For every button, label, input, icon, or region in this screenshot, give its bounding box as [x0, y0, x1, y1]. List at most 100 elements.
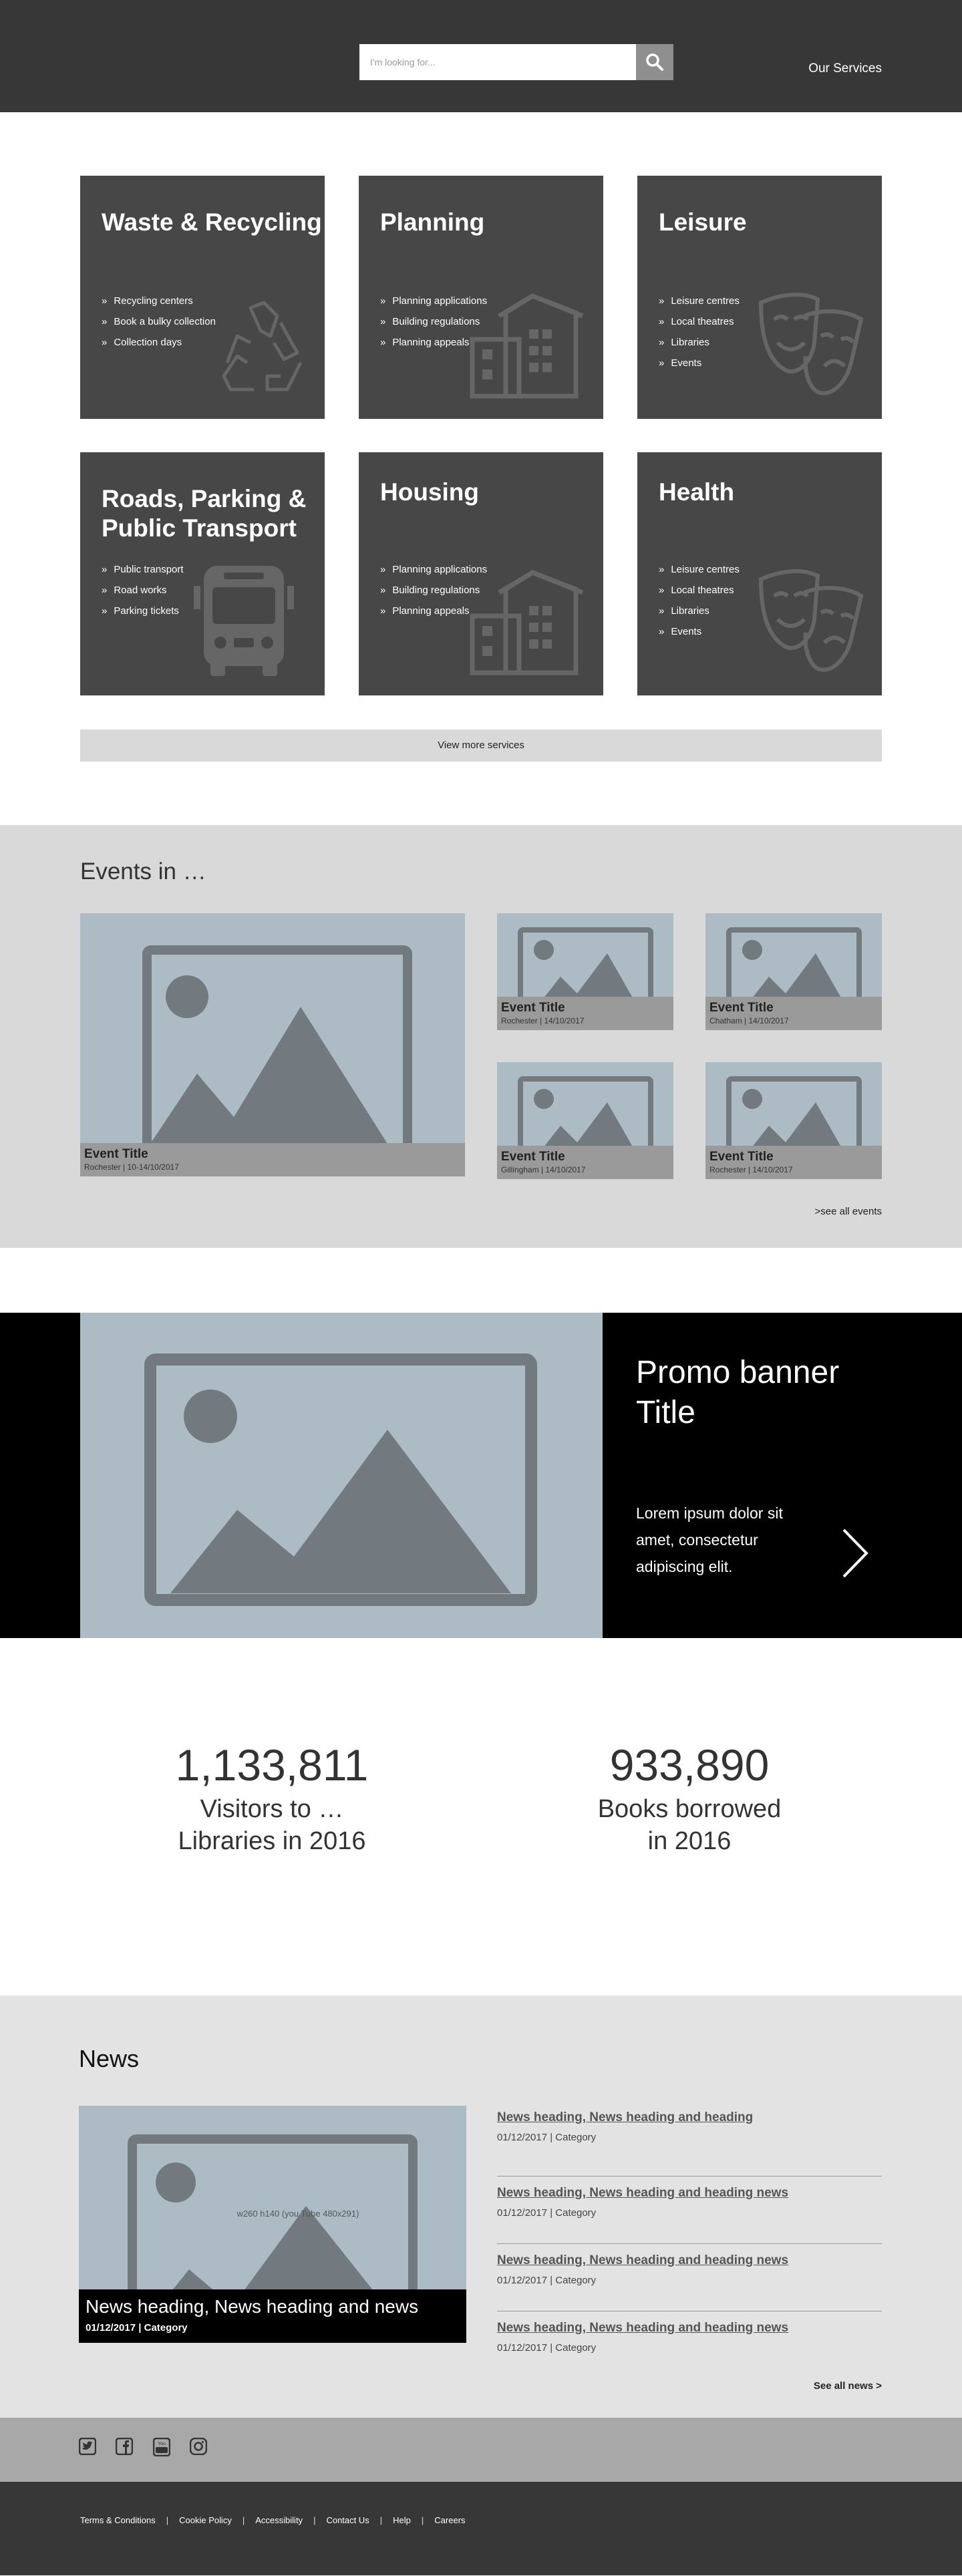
tile-link[interactable]: Libraries [659, 601, 740, 621]
stat-books: 933,890 Books borrowed in 2016 [556, 1738, 823, 1857]
tile-link[interactable]: Road works [102, 580, 184, 601]
tile-title: Health [659, 478, 735, 506]
tile-link[interactable]: Public transport [102, 559, 183, 580]
event-caption: Event Title Rochester | 14/10/2017 [497, 997, 673, 1030]
tile-link[interactable]: Collection days [102, 332, 216, 353]
footer-separator: | [242, 2515, 245, 2525]
tile-links: Leisure centres Local theatres Libraries… [659, 291, 740, 373]
event-card[interactable]: Event Title Rochester | 14/10/2017 [497, 913, 673, 1030]
service-tile-waste-recycling[interactable]: Waste & Recycling Recycling centers Book… [80, 176, 325, 419]
service-tile-housing[interactable]: Housing Planning applications Building r… [359, 452, 603, 695]
instagram-icon [189, 2437, 208, 2456]
svg-text:You: You [158, 2442, 166, 2446]
search-button[interactable] [636, 44, 673, 80]
see-all-events-link[interactable]: >see all events [815, 1206, 882, 1217]
tile-link[interactable]: Book a bulky collection [102, 311, 216, 332]
view-more-services-button[interactable]: View more services [80, 730, 882, 762]
stat-number: 933,890 [609, 1740, 770, 1790]
twitter-icon [78, 2437, 97, 2456]
facebook-icon [115, 2437, 134, 2456]
service-tile-roads-parking[interactable]: Roads, Parking & Public Transport Public… [80, 452, 325, 695]
event-card-featured[interactable]: Event Title Rochester | 10-14/10/2017 [80, 913, 465, 1176]
promo-image [80, 1313, 603, 1638]
footer-link-contact[interactable]: Contact Us [326, 2515, 369, 2525]
tile-links: Public transport Road works Parking tick… [102, 559, 184, 621]
instagram-link[interactable] [189, 2437, 210, 2460]
stats-section: 1,133,811 Visitors to … Libraries in 201… [0, 1638, 962, 1995]
news-feature-caption: News heading, News heading and news 01/1… [79, 2289, 466, 2343]
bus-icon [194, 566, 294, 676]
event-card[interactable]: Event Title Gillingham | 14/10/2017 [497, 1062, 673, 1179]
tile-link[interactable]: Parking tickets [102, 601, 184, 621]
news-item-meta: 01/12/2017 | Category [497, 2342, 597, 2354]
news-feature-heading: News heading, News heading and news [86, 2296, 419, 2317]
events-section: Events in … Event Title Rochester | 10-1… [0, 825, 962, 1248]
event-caption: Event Title Rochester | 14/10/2017 [705, 1146, 882, 1179]
event-card[interactable]: Event Title Chatham | 14/10/2017 [705, 913, 882, 1030]
search-icon [646, 53, 663, 71]
footer-separator: | [313, 2515, 316, 2525]
facebook-link[interactable] [115, 2437, 136, 2460]
footer-link-accessibility[interactable]: Accessibility [255, 2515, 303, 2525]
event-card[interactable]: Event Title Rochester | 14/10/2017 [705, 1062, 882, 1179]
search-bar [359, 44, 673, 80]
news-section: News w260 h140 (you Tube 480x291) News h… [0, 1995, 962, 2418]
news-item-heading[interactable]: News heading, News heading and heading n… [497, 2252, 882, 2269]
youtube-icon: You [152, 2437, 171, 2457]
tile-link[interactable]: Recycling centers [102, 291, 216, 311]
event-title: Event Title [501, 1150, 565, 1164]
tile-title: Leisure [659, 208, 747, 236]
theatre-masks-icon [758, 569, 864, 672]
news-item-heading[interactable]: News heading, News heading and heading n… [497, 2319, 882, 2337]
news-item-heading[interactable]: News heading, News heading and heading [497, 2109, 882, 2126]
twitter-link[interactable] [78, 2437, 99, 2460]
footer-link-help[interactable]: Help [393, 2515, 411, 2525]
tile-title: Planning [380, 208, 485, 236]
footer-links: Terms & Conditions | Cookie Policy | Acc… [80, 2515, 466, 2525]
news-item-meta: 01/12/2017 | Category [497, 2207, 597, 2219]
chevron-right-icon[interactable] [838, 1526, 872, 1580]
promo-banner[interactable]: Promo banner Title Lorem ipsum dolor sit… [0, 1313, 962, 1638]
stat-label: Books borrowed in 2016 [597, 1795, 782, 1855]
footer-link-cookie-policy[interactable]: Cookie Policy [179, 2515, 232, 2525]
image-placeholder-icon [142, 945, 412, 1155]
news-item: News heading, News heading and heading 0… [497, 2109, 882, 2177]
tile-link[interactable]: Leisure centres [659, 559, 740, 580]
service-tile-health[interactable]: Health Leisure centres Local theatres Li… [637, 452, 882, 695]
building-icon [470, 570, 584, 675]
news-list: News heading, News heading and heading 0… [497, 2109, 882, 2379]
tile-link[interactable]: Leisure centres [659, 291, 740, 311]
news-feature-card[interactable]: w260 h140 (you Tube 480x291) News headin… [79, 2106, 466, 2343]
stat-visitors: 1,133,811 Visitors to … Libraries in 201… [138, 1738, 406, 1857]
stat-label: Visitors to … Libraries in 2016 [178, 1795, 366, 1855]
event-caption: Event Title Rochester | 10-14/10/2017 [80, 1143, 465, 1176]
social-bar: You [0, 2418, 962, 2482]
search-input[interactable] [359, 44, 636, 80]
event-meta: Rochester | 14/10/2017 [709, 1165, 793, 1174]
event-meta: Rochester | 14/10/2017 [501, 1016, 585, 1025]
event-title: Event Title [501, 1001, 565, 1015]
footer-link-careers[interactable]: Careers [434, 2515, 465, 2525]
tile-link[interactable]: Libraries [659, 332, 740, 353]
nav-our-services[interactable]: Our Services [808, 61, 882, 76]
youtube-link[interactable]: You [152, 2437, 173, 2460]
tile-link[interactable]: Local theatres [659, 580, 740, 601]
event-meta: Gillingham | 14/10/2017 [501, 1165, 586, 1174]
tile-link[interactable]: Local theatres [659, 311, 740, 332]
see-all-news-link[interactable]: See all news > [814, 2380, 882, 2392]
recycle-icon [222, 301, 303, 391]
tile-links: Leisure centres Local theatres Libraries… [659, 559, 740, 642]
news-heading: News [79, 2045, 140, 2072]
service-tile-leisure[interactable]: Leisure Leisure centres Local theatres L… [637, 176, 882, 419]
tile-link[interactable]: Events [659, 621, 740, 642]
theatre-masks-icon [758, 293, 864, 395]
tile-links: Recycling centers Book a bulky collectio… [102, 291, 216, 353]
site-header: Our Services [0, 0, 962, 112]
event-caption: Event Title Chatham | 14/10/2017 [705, 997, 882, 1030]
footer-link-terms[interactable]: Terms & Conditions [80, 2515, 156, 2525]
news-item-heading[interactable]: News heading, News heading and heading n… [497, 2185, 882, 2202]
service-tile-planning[interactable]: Planning Planning applications Building … [359, 176, 603, 419]
site-footer: Terms & Conditions | Cookie Policy | Acc… [0, 2482, 962, 2575]
promo-title: Promo banner Title [636, 1355, 840, 1430]
tile-link[interactable]: Events [659, 353, 740, 373]
